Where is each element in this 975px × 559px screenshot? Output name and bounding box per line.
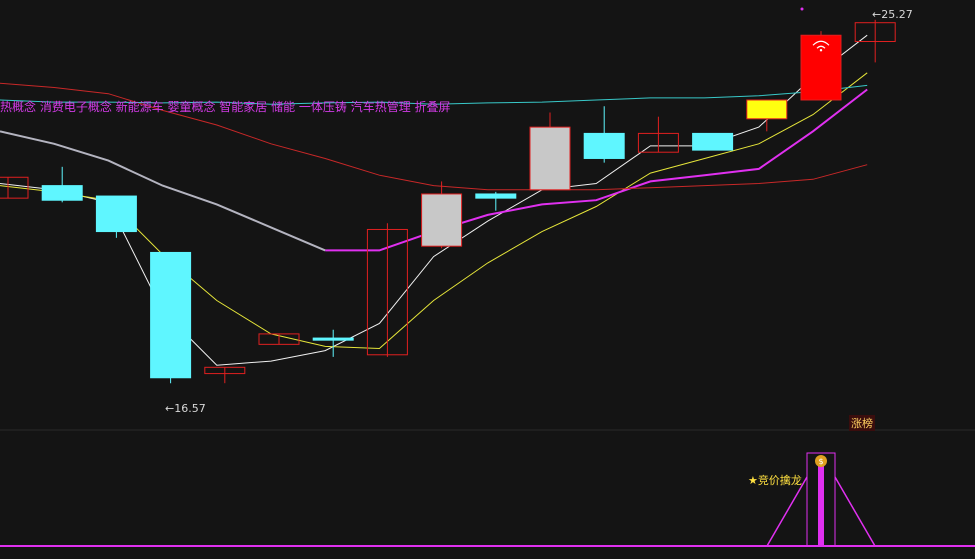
candle-body-3 — [150, 251, 192, 379]
signal-bar — [818, 463, 824, 546]
high-price-value: 25.27 — [881, 8, 913, 21]
candle-body-15 — [800, 34, 842, 101]
candle-body-2 — [95, 195, 137, 233]
high-price-label: ←25.27 — [872, 8, 913, 21]
candle-body-8 — [421, 193, 463, 247]
money-bag-glyph: $ — [818, 457, 823, 466]
candle-body-10 — [529, 126, 571, 191]
low-price-value: 16.57 — [174, 402, 206, 415]
signal-label: ★竞价擒龙 — [748, 474, 802, 487]
candle-body-14 — [746, 99, 788, 120]
candle-body-13 — [692, 132, 734, 151]
limit-up-mark-dot — [819, 49, 823, 52]
low-price-label: ←16.57 — [165, 402, 206, 415]
concept-tags: 热概念 消费电子概念 新能源车 婴童概念 智能家居 储能 一体压铸 汽车热管理 … — [0, 100, 451, 114]
candle-body-11 — [583, 132, 625, 159]
candle-body-1 — [41, 185, 83, 201]
top-marker-dot — [800, 7, 804, 11]
kline-chart: $ — [0, 7, 975, 547]
candle-body-9 — [475, 193, 517, 199]
limit-up-badge: 涨榜 — [849, 415, 875, 431]
low-arrow: ← — [165, 402, 175, 415]
candle-body-6 — [312, 337, 354, 341]
high-arrow: ← — [872, 8, 882, 21]
